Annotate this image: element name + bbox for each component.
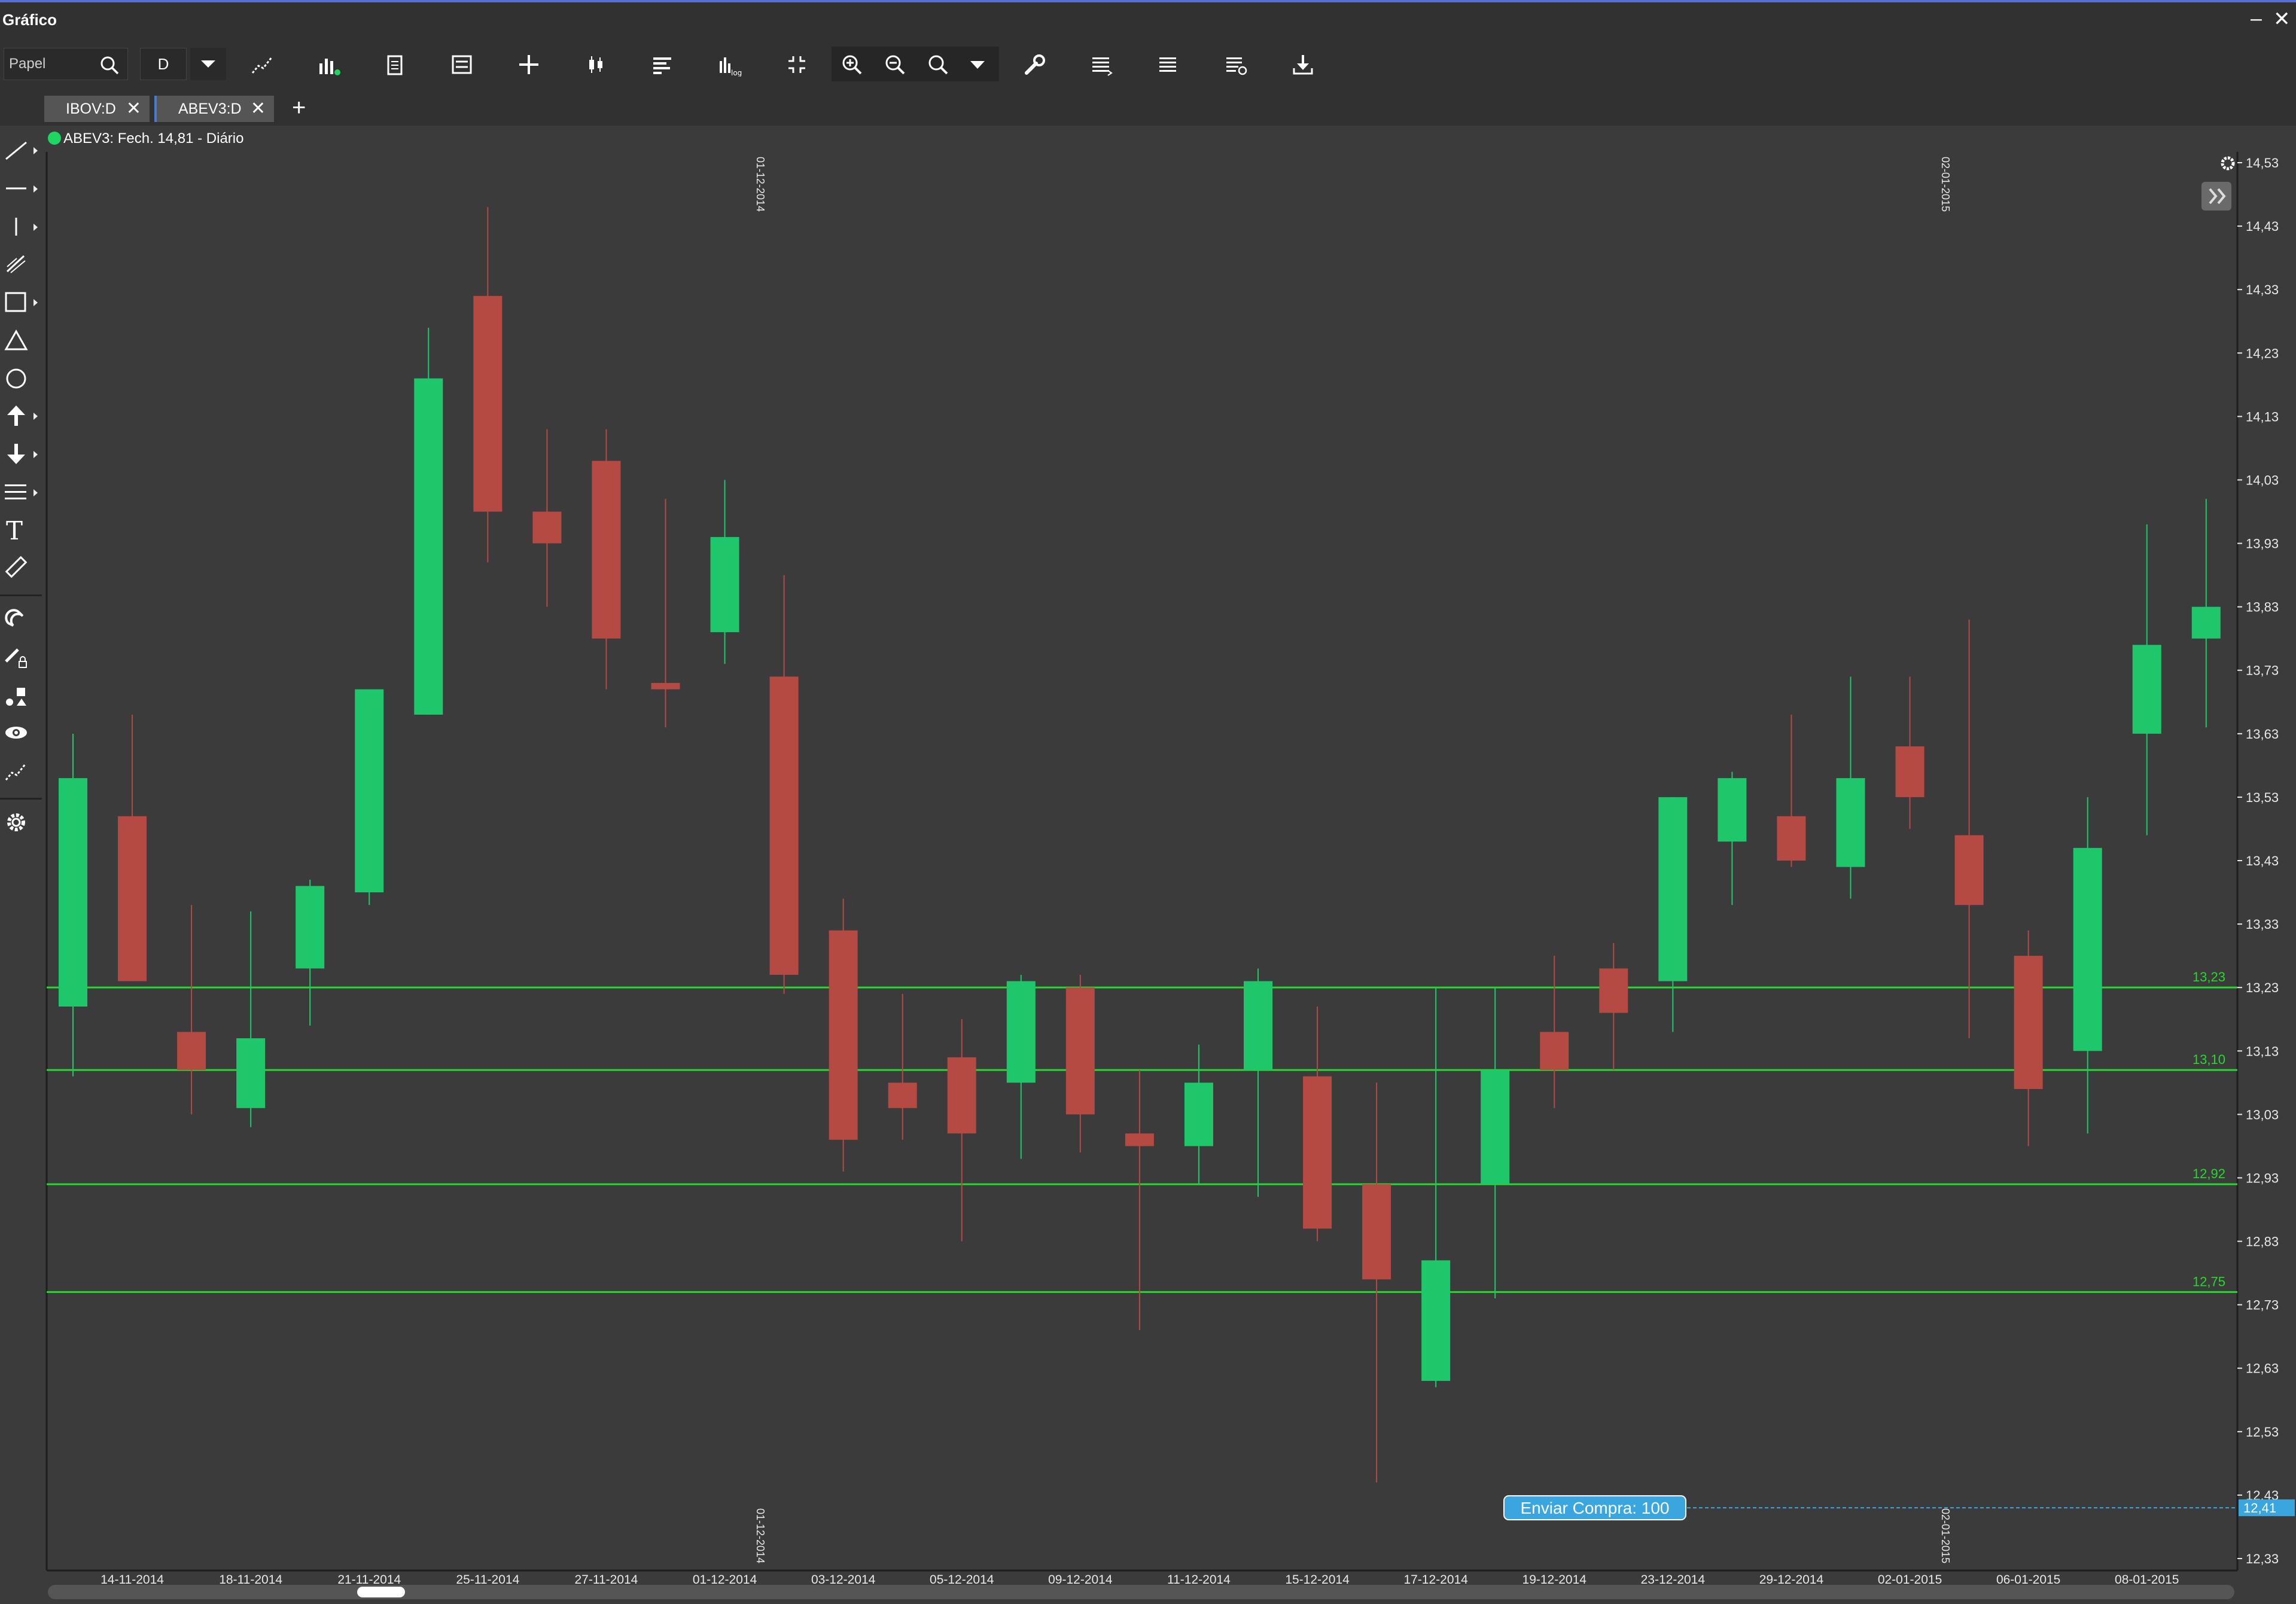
candle-body[interactable] — [1481, 1070, 1510, 1185]
candle-body[interactable] — [947, 1057, 976, 1134]
candle-body[interactable] — [2132, 645, 2161, 734]
candle-body[interactable] — [1718, 778, 1747, 842]
y-tick-label: 13,33 — [2246, 917, 2279, 932]
candle-body[interactable] — [1599, 968, 1628, 1013]
candle-body[interactable] — [1777, 816, 1806, 861]
y-tick-label: 13,23 — [2246, 980, 2279, 995]
candle-body[interactable] — [532, 511, 562, 544]
period-separator-label-bottom: 01-12-2014 — [754, 1508, 766, 1563]
candle-body[interactable] — [1362, 1184, 1391, 1280]
y-tick-label: 12,73 — [2246, 1298, 2279, 1313]
y-tick-label: 12,33 — [2246, 1551, 2279, 1566]
candle-body[interactable] — [888, 1082, 917, 1108]
candle-body[interactable] — [1065, 987, 1095, 1115]
y-tick-label: 13,93 — [2246, 536, 2279, 551]
candle-body[interactable] — [829, 930, 858, 1140]
candle-body[interactable] — [1836, 778, 1865, 867]
candle-body[interactable] — [1954, 835, 1984, 905]
chart-settings-gear-icon[interactable] — [2221, 156, 2235, 170]
scrollbar-thumb[interactable] — [357, 1587, 405, 1597]
candle-body[interactable] — [1421, 1260, 1451, 1381]
y-tick-label: 14,03 — [2246, 472, 2279, 487]
period-separator-label-top: 01-12-2014 — [754, 157, 766, 212]
candle-body[interactable] — [1303, 1076, 1332, 1229]
candle-body[interactable] — [769, 676, 799, 975]
order-price-label: 12,41 — [2243, 1501, 2276, 1515]
candle-body[interactable] — [1125, 1133, 1154, 1146]
support-line-label: 12,92 — [2193, 1166, 2225, 1181]
candle-body[interactable] — [1540, 1032, 1569, 1071]
candle-body[interactable] — [414, 378, 443, 715]
y-tick-label: 12,53 — [2246, 1425, 2279, 1440]
candle-body[interactable] — [592, 461, 621, 639]
send-buy-order-label: Enviar Compra: 100 — [1520, 1499, 1669, 1517]
y-tick-label: 14,33 — [2246, 282, 2279, 297]
y-tick-label: 13,53 — [2246, 790, 2279, 805]
support-line-label: 13,10 — [2193, 1052, 2225, 1067]
y-tick-label: 12,83 — [2246, 1234, 2279, 1249]
support-line-label: 13,23 — [2193, 969, 2225, 984]
y-tick-label: 13,43 — [2246, 853, 2279, 868]
candle-body[interactable] — [2073, 847, 2102, 1051]
y-tick-label: 13,03 — [2246, 1107, 2279, 1122]
candle-body[interactable] — [355, 689, 384, 893]
y-tick-label: 13,73 — [2246, 663, 2279, 678]
y-tick-label: 12,63 — [2246, 1361, 2279, 1376]
candle-body[interactable] — [1895, 746, 1925, 797]
y-tick-label: 12,93 — [2246, 1170, 2279, 1185]
candle-body[interactable] — [710, 536, 739, 633]
candle-body[interactable] — [296, 886, 325, 969]
candle-body[interactable] — [1006, 981, 1036, 1083]
candle-body[interactable] — [1244, 981, 1272, 1071]
candle-body[interactable] — [651, 682, 680, 690]
candle-body[interactable] — [473, 295, 503, 512]
y-tick-label: 13,83 — [2246, 600, 2279, 615]
y-tick-label: 14,13 — [2246, 409, 2279, 424]
y-tick-label: 13,63 — [2246, 727, 2279, 742]
y-tick-label: 14,43 — [2246, 219, 2279, 234]
candle-body[interactable] — [1184, 1082, 1213, 1146]
candle-body[interactable] — [2191, 606, 2221, 639]
y-tick-label: 13,13 — [2246, 1044, 2279, 1059]
support-line-label: 12,75 — [2193, 1274, 2225, 1289]
period-separator-label-bottom: 02-01-2015 — [1939, 1508, 1951, 1563]
candle-body[interactable] — [1658, 797, 1688, 981]
candle-body[interactable] — [59, 778, 87, 1007]
candle-body[interactable] — [2014, 956, 2043, 1089]
candle-body[interactable] — [177, 1032, 206, 1071]
y-tick-label: 14,23 — [2246, 346, 2279, 361]
period-separator-label-top: 02-01-2015 — [1939, 157, 1951, 212]
candle-body[interactable] — [118, 816, 147, 981]
price-chart[interactable]: 14,53 14,43 14,33 14,23 14,13 14,03 13,93 13,83… — [0, 0, 2296, 1604]
candle-body[interactable] — [236, 1038, 266, 1108]
y-tick-label: 14,53 — [2246, 155, 2279, 170]
